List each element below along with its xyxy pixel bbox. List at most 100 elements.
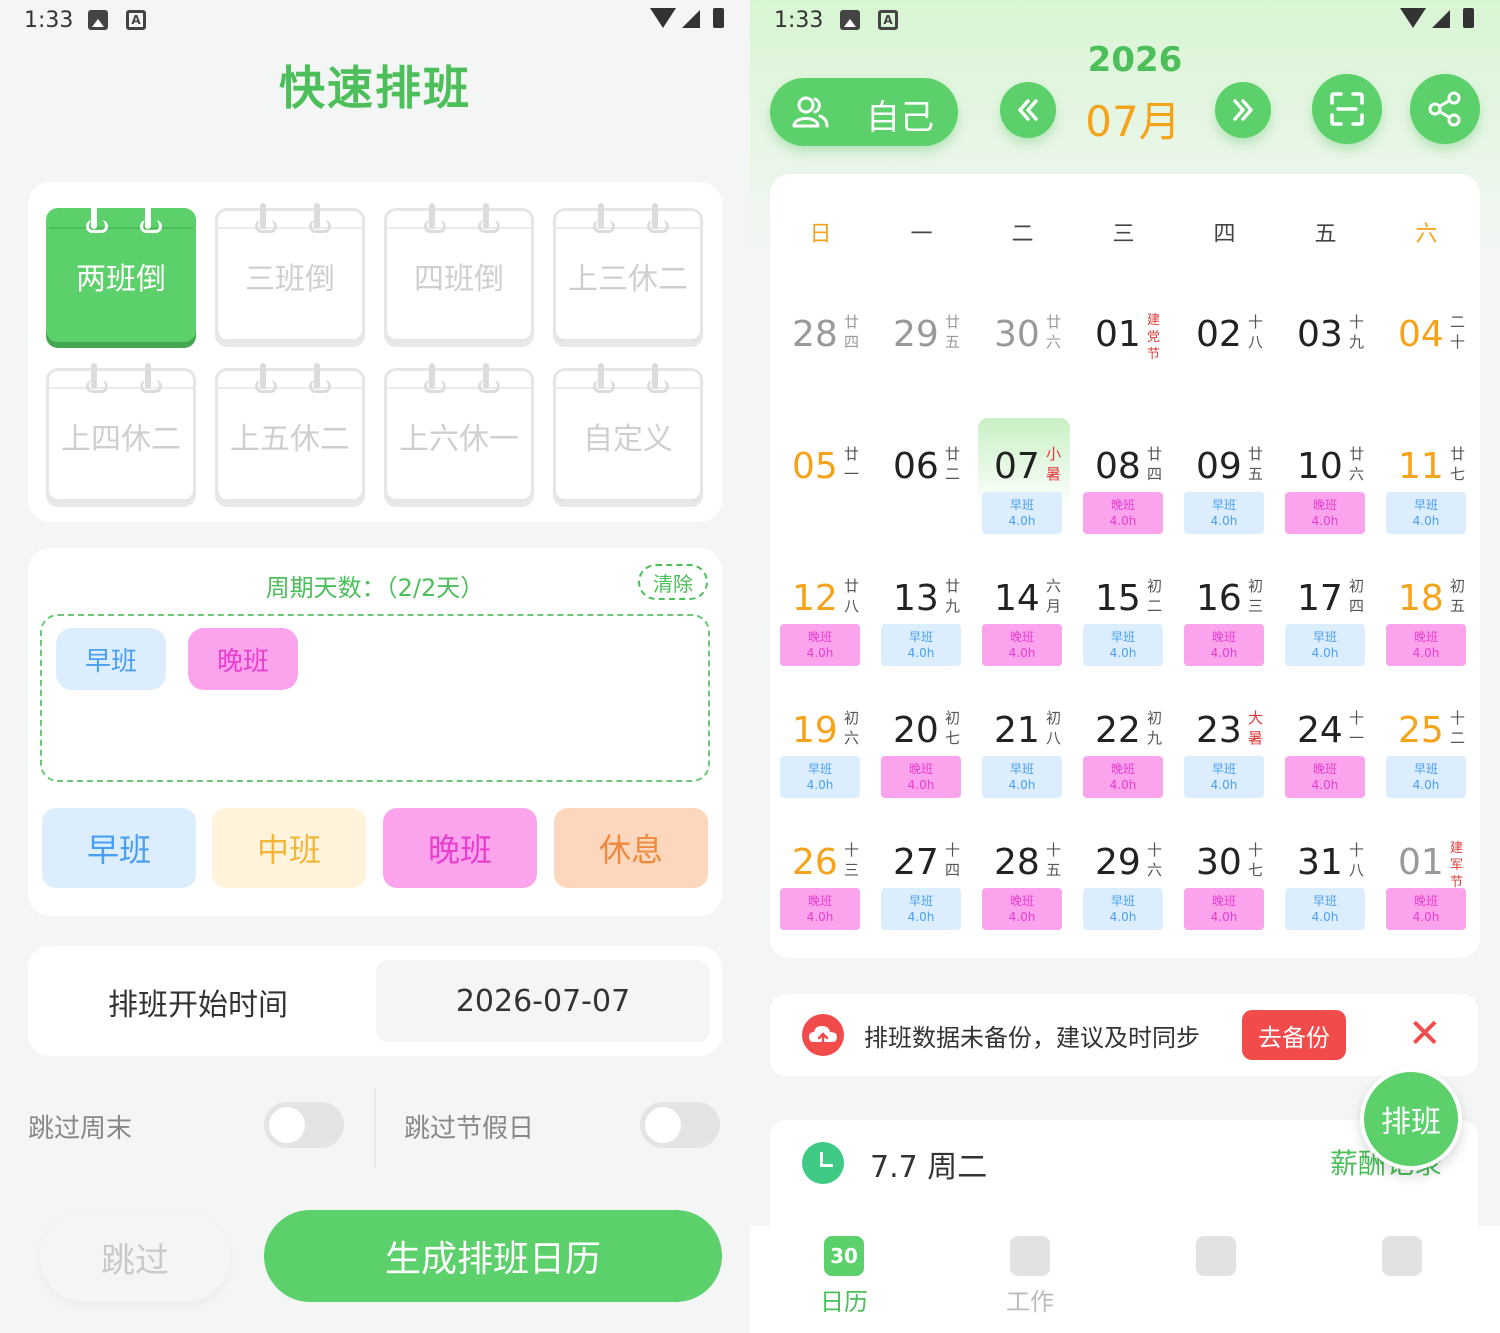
calendar-binding-line <box>218 227 362 229</box>
lunar-date: 初五 <box>1450 577 1466 615</box>
tab-stats[interactable] <box>1156 1236 1276 1282</box>
close-icon[interactable]: ✕ <box>1408 1014 1442 1054</box>
template-two-shift-button[interactable]: 两班倒 <box>46 203 196 342</box>
template-four-shift-button[interactable]: 四班倒 <box>384 203 534 342</box>
calendar-day[interactable]: 22 初九 晚班 4.0h <box>1073 702 1174 834</box>
calendar-binding-line <box>387 227 531 229</box>
generate-calendar-button[interactable]: 生成排班日历 <box>264 1210 722 1302</box>
start-date-field[interactable]: 2026-07-07 <box>376 960 710 1042</box>
shift-name: 早班 <box>807 762 832 776</box>
skip-button[interactable]: 跳过 <box>40 1212 230 1302</box>
skip-holiday-toggle[interactable] <box>640 1102 720 1148</box>
calendar-ring-icon <box>255 203 277 233</box>
lunar-date: 十八 <box>1248 313 1264 351</box>
next-month-button[interactable] <box>1215 82 1271 138</box>
day-number: 24 <box>1297 710 1343 751</box>
template-work3-rest2-button[interactable]: 上三休二 <box>553 203 703 342</box>
calendar-day[interactable]: 26 十三 晚班 4.0h <box>770 834 871 966</box>
day-number: 15 <box>1095 578 1141 619</box>
calendar-ring-icon <box>593 203 615 233</box>
calendar-day[interactable]: 06 廿二 <box>871 438 972 570</box>
day-number: 12 <box>792 578 838 619</box>
shift-hours: 4.0h <box>907 646 935 660</box>
clock-icon <box>802 1142 844 1184</box>
calendar-day[interactable]: 23 大暑 早班 4.0h <box>1174 702 1275 834</box>
calendar-day[interactable]: 04 二十 <box>1376 306 1477 438</box>
cycle-chip-night[interactable]: 晚班 <box>188 628 298 690</box>
shift-hours: 4.0h <box>907 778 935 792</box>
night-shift-tag: 晚班 4.0h <box>881 756 961 798</box>
prev-month-button[interactable] <box>1000 82 1056 138</box>
lunar-date: 初六 <box>844 709 860 747</box>
template-three-shift-button[interactable]: 三班倒 <box>215 203 365 342</box>
calendar-day[interactable]: 19 初六 早班 4.0h <box>770 702 871 834</box>
font-a-icon: A <box>126 10 146 30</box>
calendar-day[interactable]: 16 初三 晚班 4.0h <box>1174 570 1275 702</box>
calendar-day[interactable]: 01 建党节 <box>1073 306 1174 438</box>
shift-early-button[interactable]: 早班 <box>42 808 196 888</box>
share-button[interactable] <box>1410 74 1480 144</box>
night-shift-tag: 晚班 4.0h <box>1184 624 1264 666</box>
lunar-date: 初九 <box>1147 709 1163 747</box>
calendar-day[interactable]: 29 廿五 <box>871 306 972 438</box>
image-icon <box>88 10 108 30</box>
self-selector-button[interactable]: 自己 <box>770 78 958 146</box>
share-icon <box>1428 91 1461 127</box>
calendar-day[interactable]: 02 十八 <box>1174 306 1275 438</box>
calendar-day[interactable]: 25 十二 早班 4.0h <box>1376 702 1477 834</box>
clear-button[interactable]: 清除 <box>638 564 708 600</box>
calendar-day[interactable]: 14 六月 晚班 4.0h <box>972 570 1073 702</box>
calendar-day[interactable]: 18 初五 晚班 4.0h <box>1376 570 1477 702</box>
start-date-label: 排班开始时间 <box>108 988 288 1023</box>
day-number: 29 <box>1095 842 1141 883</box>
calendar-day[interactable]: 08 廿四 晚班 4.0h <box>1073 438 1174 570</box>
calendar-day[interactable]: 17 初四 早班 4.0h <box>1275 570 1376 702</box>
calendar-ring-icon <box>647 203 669 233</box>
template-work4-rest2-button[interactable]: 上四休二 <box>46 363 196 502</box>
day-number: 08 <box>1095 446 1141 487</box>
template-custom-button[interactable]: 自定义 <box>553 363 703 502</box>
shift-night-button[interactable]: 晚班 <box>383 808 537 888</box>
calendar-day[interactable]: 28 廿四 <box>770 306 871 438</box>
skip-weekend-toggle[interactable] <box>264 1102 344 1148</box>
template-work6-rest1-button[interactable]: 上六休一 <box>384 363 534 502</box>
calendar-day[interactable]: 15 初二 早班 4.0h <box>1073 570 1174 702</box>
scan-button[interactable] <box>1312 74 1382 144</box>
calendar-day[interactable]: 03 十九 <box>1275 306 1376 438</box>
schedule-fab-button[interactable]: 排班 <box>1360 1068 1462 1170</box>
calendar-ring-icon <box>424 203 446 233</box>
day-number: 17 <box>1297 578 1343 619</box>
night-shift-tag: 晚班 4.0h <box>1083 492 1163 534</box>
calendar-day[interactable]: 27 十四 早班 4.0h <box>871 834 972 966</box>
night-shift-tag: 晚班 4.0h <box>1386 888 1466 930</box>
tab-mine[interactable] <box>1342 1236 1462 1282</box>
calendar-binding-line <box>556 227 700 229</box>
tab-work[interactable]: 工作 <box>970 1236 1090 1317</box>
cycle-chip-early[interactable]: 早班 <box>56 628 166 690</box>
calendar-day[interactable]: 11 廿七 早班 4.0h <box>1376 438 1477 570</box>
day-number: 28 <box>792 314 838 355</box>
calendar-day[interactable]: 20 初七 晚班 4.0h <box>871 702 972 834</box>
early-shift-tag: 早班 4.0h <box>881 624 961 666</box>
backup-button[interactable]: 去备份 <box>1242 1010 1346 1060</box>
calendar-day[interactable]: 29 十六 早班 4.0h <box>1073 834 1174 966</box>
calendar-day[interactable]: 28 十五 晚班 4.0h <box>972 834 1073 966</box>
template-work5-rest2-button[interactable]: 上五休二 <box>215 363 365 502</box>
calendar-day[interactable]: 31 十八 早班 4.0h <box>1275 834 1376 966</box>
calendar-day[interactable]: 21 初八 早班 4.0h <box>972 702 1073 834</box>
shift-middle-button[interactable]: 中班 <box>212 808 366 888</box>
shift-hours: 4.0h <box>1109 778 1137 792</box>
calendar-day[interactable]: 24 十一 晚班 4.0h <box>1275 702 1376 834</box>
shift-rest-button[interactable]: 休息 <box>554 808 708 888</box>
tab-calendar[interactable]: 30 日历 <box>784 1236 904 1317</box>
calendar-day[interactable]: 09 廿五 早班 4.0h <box>1174 438 1275 570</box>
calendar-day[interactable]: 01 建军节 晚班 4.0h <box>1376 834 1477 966</box>
divider <box>374 1088 376 1168</box>
calendar-day[interactable]: 07 小暑 早班 4.0h <box>972 418 1073 570</box>
calendar-day[interactable]: 12 廿八 晚班 4.0h <box>770 570 871 702</box>
calendar-day[interactable]: 13 廿九 早班 4.0h <box>871 570 972 702</box>
quick-schedule-panel: 1:33 A 快速排班 两班倒 三班倒 四班倒 上三休二 上四休二 上五休二 上六休一 自定义… <box>0 0 750 1333</box>
calendar-day[interactable]: 10 廿六 晚班 4.0h <box>1275 438 1376 570</box>
calendar-day[interactable]: 05 廿一 <box>770 438 871 570</box>
calendar-day[interactable]: 30 十七 晚班 4.0h <box>1174 834 1275 966</box>
